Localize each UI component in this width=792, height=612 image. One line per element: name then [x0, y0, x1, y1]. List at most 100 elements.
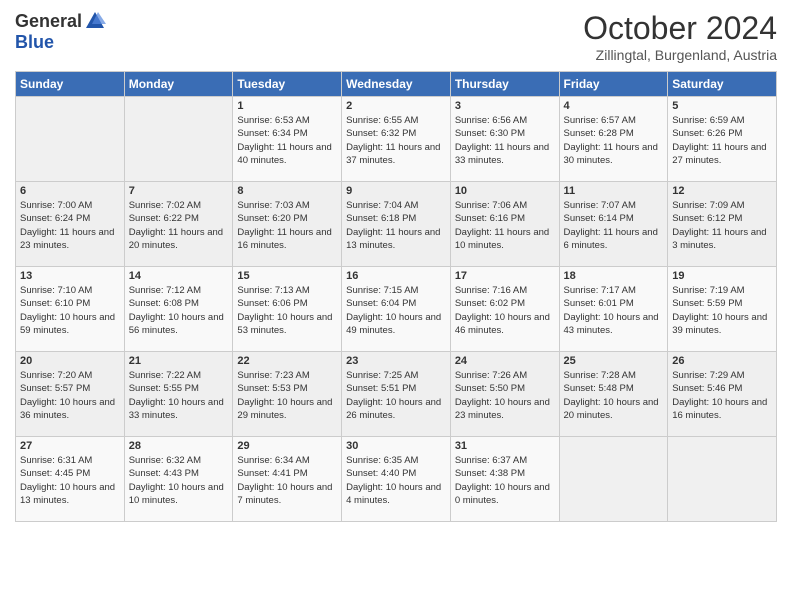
- logo-icon: [84, 10, 106, 32]
- logo-general: General: [15, 11, 82, 32]
- location: Zillingtal, Burgenland, Austria: [583, 47, 777, 63]
- day-detail: Sunrise: 7:23 AM Sunset: 5:53 PM Dayligh…: [237, 369, 337, 422]
- calendar-cell: 18 Sunrise: 7:17 AM Sunset: 6:01 PM Dayli…: [559, 267, 668, 352]
- day-detail: Sunrise: 7:06 AM Sunset: 6:16 PM Dayligh…: [455, 199, 555, 252]
- calendar-cell: 24 Sunrise: 7:26 AM Sunset: 5:50 PM Dayli…: [450, 352, 559, 437]
- calendar-cell: 21 Sunrise: 7:22 AM Sunset: 5:55 PM Dayli…: [124, 352, 233, 437]
- day-number: 27: [20, 440, 120, 452]
- day-detail: Sunrise: 6:59 AM Sunset: 6:26 PM Dayligh…: [672, 114, 772, 167]
- calendar-cell: 3Sunrise: 6:56 AM Sunset: 6:30 PM Daylig…: [450, 97, 559, 182]
- calendar-cell: 5 Sunrise: 6:59 AM Sunset: 6:26 PM Daylig…: [668, 97, 777, 182]
- day-detail: Sunrise: 6:35 AM Sunset: 4:40 PM Dayligh…: [346, 454, 446, 507]
- day-number: 29: [237, 440, 337, 452]
- day-detail: Sunrise: 6:32 AM Sunset: 4:43 PM Dayligh…: [129, 454, 229, 507]
- day-number: 15: [237, 270, 337, 282]
- day-detail: Sunrise: 7:09 AM Sunset: 6:12 PM Dayligh…: [672, 199, 772, 252]
- calendar-cell: [668, 437, 777, 522]
- calendar-cell: 2 Sunrise: 6:55 AM Sunset: 6:32 PM Daylig…: [342, 97, 451, 182]
- day-number: 23: [346, 355, 446, 367]
- day-detail: Sunrise: 7:10 AM Sunset: 6:10 PM Dayligh…: [20, 284, 120, 337]
- day-number: 24: [455, 355, 555, 367]
- day-detail: Sunrise: 6:31 AM Sunset: 4:45 PM Dayligh…: [20, 454, 120, 507]
- day-number: 6: [20, 185, 120, 197]
- day-detail: Sunrise: 7:02 AM Sunset: 6:22 PM Dayligh…: [129, 199, 229, 252]
- calendar-cell: 7 Sunrise: 7:02 AM Sunset: 6:22 PM Daylig…: [124, 182, 233, 267]
- calendar-cell: [124, 97, 233, 182]
- calendar-cell: 31 Sunrise: 6:37 AM Sunset: 4:38 PM Dayli…: [450, 437, 559, 522]
- day-number: 22: [237, 355, 337, 367]
- day-number: 31: [455, 440, 555, 452]
- day-number: 2: [346, 100, 446, 112]
- calendar-table: SundayMondayTuesdayWednesdayThursdayFrid…: [15, 71, 777, 522]
- day-detail: Sunrise: 7:16 AM Sunset: 6:02 PM Dayligh…: [455, 284, 555, 337]
- day-detail: Sunrise: 7:17 AM Sunset: 6:01 PM Dayligh…: [564, 284, 664, 337]
- day-detail: Sunrise: 7:20 AM Sunset: 5:57 PM Dayligh…: [20, 369, 120, 422]
- day-detail: Sunrise: 7:28 AM Sunset: 5:48 PM Dayligh…: [564, 369, 664, 422]
- day-number: 8: [237, 185, 337, 197]
- calendar-cell: 27 Sunrise: 6:31 AM Sunset: 4:45 PM Dayli…: [16, 437, 125, 522]
- calendar-cell: 12 Sunrise: 7:09 AM Sunset: 6:12 PM Dayli…: [668, 182, 777, 267]
- calendar-cell: 20 Sunrise: 7:20 AM Sunset: 5:57 PM Dayli…: [16, 352, 125, 437]
- day-detail: Sunrise: 7:25 AM Sunset: 5:51 PM Dayligh…: [346, 369, 446, 422]
- header-saturday: Saturday: [668, 72, 777, 97]
- calendar-cell: 8 Sunrise: 7:03 AM Sunset: 6:20 PM Daylig…: [233, 182, 342, 267]
- header-friday: Friday: [559, 72, 668, 97]
- calendar-cell: 6 Sunrise: 7:00 AM Sunset: 6:24 PM Daylig…: [16, 182, 125, 267]
- day-number: 12: [672, 185, 772, 197]
- calendar-week-2: 6 Sunrise: 7:00 AM Sunset: 6:24 PM Daylig…: [16, 182, 777, 267]
- day-detail: Sunrise: 7:03 AM Sunset: 6:20 PM Dayligh…: [237, 199, 337, 252]
- day-detail: Sunrise: 7:00 AM Sunset: 6:24 PM Dayligh…: [20, 199, 120, 252]
- day-number: 20: [20, 355, 120, 367]
- calendar-cell: 10 Sunrise: 7:06 AM Sunset: 6:16 PM Dayli…: [450, 182, 559, 267]
- day-number: 9: [346, 185, 446, 197]
- day-detail: Sunrise: 7:13 AM Sunset: 6:06 PM Dayligh…: [237, 284, 337, 337]
- logo-blue: Blue: [15, 32, 54, 53]
- calendar-cell: 9Sunrise: 7:04 AM Sunset: 6:18 PM Daylig…: [342, 182, 451, 267]
- calendar-cell: 15 Sunrise: 7:13 AM Sunset: 6:06 PM Dayli…: [233, 267, 342, 352]
- day-number: 16: [346, 270, 446, 282]
- calendar-cell: 28 Sunrise: 6:32 AM Sunset: 4:43 PM Dayli…: [124, 437, 233, 522]
- calendar-cell: 30 Sunrise: 6:35 AM Sunset: 4:40 PM Dayli…: [342, 437, 451, 522]
- calendar-cell: 26Sunrise: 7:29 AM Sunset: 5:46 PM Dayli…: [668, 352, 777, 437]
- header-thursday: Thursday: [450, 72, 559, 97]
- month-title: October 2024: [583, 10, 777, 47]
- title-block: October 2024 Zillingtal, Burgenland, Aus…: [583, 10, 777, 63]
- day-number: 13: [20, 270, 120, 282]
- day-number: 5: [672, 100, 772, 112]
- day-number: 10: [455, 185, 555, 197]
- day-number: 17: [455, 270, 555, 282]
- day-number: 28: [129, 440, 229, 452]
- day-detail: Sunrise: 7:26 AM Sunset: 5:50 PM Dayligh…: [455, 369, 555, 422]
- calendar-week-5: 27 Sunrise: 6:31 AM Sunset: 4:45 PM Dayli…: [16, 437, 777, 522]
- day-number: 4: [564, 100, 664, 112]
- day-number: 18: [564, 270, 664, 282]
- calendar-cell: 4Sunrise: 6:57 AM Sunset: 6:28 PM Daylig…: [559, 97, 668, 182]
- day-number: 21: [129, 355, 229, 367]
- calendar-cell: 1Sunrise: 6:53 AM Sunset: 6:34 PM Daylig…: [233, 97, 342, 182]
- header-tuesday: Tuesday: [233, 72, 342, 97]
- calendar-cell: 13 Sunrise: 7:10 AM Sunset: 6:10 PM Dayli…: [16, 267, 125, 352]
- day-number: 25: [564, 355, 664, 367]
- day-number: 7: [129, 185, 229, 197]
- day-detail: Sunrise: 6:53 AM Sunset: 6:34 PM Dayligh…: [237, 114, 337, 167]
- calendar-cell: 16Sunrise: 7:15 AM Sunset: 6:04 PM Dayli…: [342, 267, 451, 352]
- calendar-cell: 17 Sunrise: 7:16 AM Sunset: 6:02 PM Dayli…: [450, 267, 559, 352]
- day-number: 19: [672, 270, 772, 282]
- calendar-cell: 19Sunrise: 7:19 AM Sunset: 5:59 PM Dayli…: [668, 267, 777, 352]
- day-detail: Sunrise: 6:34 AM Sunset: 4:41 PM Dayligh…: [237, 454, 337, 507]
- day-detail: Sunrise: 6:55 AM Sunset: 6:32 PM Dayligh…: [346, 114, 446, 167]
- day-detail: Sunrise: 7:22 AM Sunset: 5:55 PM Dayligh…: [129, 369, 229, 422]
- calendar-week-4: 20 Sunrise: 7:20 AM Sunset: 5:57 PM Dayli…: [16, 352, 777, 437]
- day-detail: Sunrise: 6:37 AM Sunset: 4:38 PM Dayligh…: [455, 454, 555, 507]
- calendar-cell: 11Sunrise: 7:07 AM Sunset: 6:14 PM Dayli…: [559, 182, 668, 267]
- calendar-cell: 23 Sunrise: 7:25 AM Sunset: 5:51 PM Dayli…: [342, 352, 451, 437]
- day-number: 30: [346, 440, 446, 452]
- page-header: General Blue October 2024 Zillingtal, Bu…: [15, 10, 777, 63]
- calendar-cell: [559, 437, 668, 522]
- day-number: 11: [564, 185, 664, 197]
- header-sunday: Sunday: [16, 72, 125, 97]
- calendar-week-1: 1Sunrise: 6:53 AM Sunset: 6:34 PM Daylig…: [16, 97, 777, 182]
- calendar-cell: 22 Sunrise: 7:23 AM Sunset: 5:53 PM Dayli…: [233, 352, 342, 437]
- calendar-week-3: 13 Sunrise: 7:10 AM Sunset: 6:10 PM Dayli…: [16, 267, 777, 352]
- day-number: 3: [455, 100, 555, 112]
